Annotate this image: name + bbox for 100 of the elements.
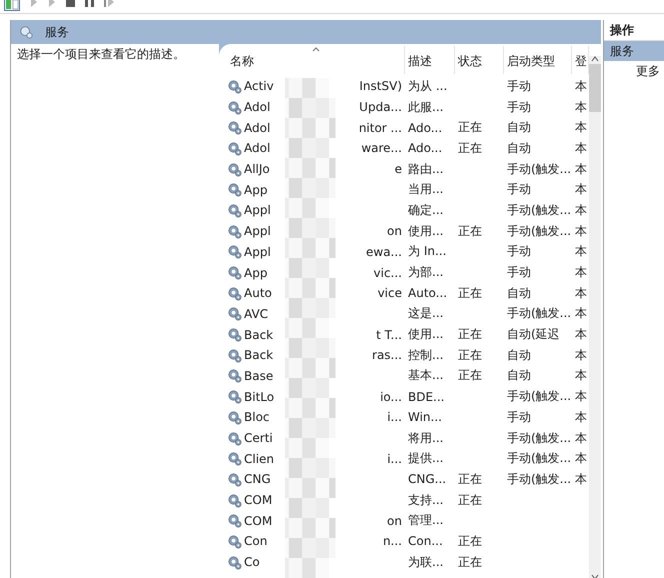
gear-icon [227, 513, 242, 528]
gear-icon [19, 25, 33, 39]
service-name: Back [244, 348, 274, 362]
description-cell-text: 使用... [407, 222, 444, 240]
gear-icon [227, 78, 242, 94]
scrollbar[interactable] [589, 56, 601, 578]
description-cell-text: 管理... [407, 512, 444, 530]
gear-icon [227, 348, 242, 363]
play-icon[interactable] [48, 0, 56, 7]
service-name: Appl [244, 224, 271, 238]
service-row[interactable]: Adol ware... Ado... 正在 自动 本 [227, 138, 589, 159]
service-row[interactable]: Certi 将用... 手动(触发... 本 [227, 428, 589, 448]
column-header[interactable]: 状态 [455, 46, 504, 74]
description-cell-text: 确定... [407, 202, 444, 219]
logon-cell-text: 本 [574, 222, 588, 240]
service-row[interactable]: Back ras... 控制... 正在 自动 本 [227, 344, 589, 366]
service-name-fragment: ewa... [366, 244, 402, 259]
pause-icon[interactable] [85, 0, 94, 7]
description-cell-text: CNG... [407, 472, 448, 486]
gear-icon [227, 202, 242, 218]
description-cell-text: 为 In... [407, 243, 448, 260]
service-name: CNG [244, 472, 271, 486]
service-row[interactable]: Auto vice Auto... 正在 自动 本 [227, 282, 589, 304]
gear-icon [227, 224, 242, 239]
service-name-fragment: io... [380, 390, 402, 404]
service-row[interactable]: Bloc i... Win... 手动 本 [227, 407, 589, 428]
service-name: Appl [244, 244, 271, 259]
gear-icon [227, 244, 242, 260]
service-row[interactable]: COM on 管理... [227, 510, 589, 532]
service-name-fragment: vic... [374, 266, 402, 280]
description-cell-text: 为部... [407, 264, 444, 282]
service-row[interactable]: Back t T... 使用... 正在 自动(延迟 本 [227, 324, 589, 345]
logon-cell-text: 本 [574, 305, 588, 322]
service-name-fragment: nitor ... [358, 120, 402, 135]
service-name-fragment: e [394, 162, 402, 176]
column-header[interactable]: 描述 [405, 46, 455, 74]
service-row[interactable]: Adol Upda... 此服... 手动 本 [227, 96, 589, 118]
service-row[interactable]: App 当用... 手动 本 [227, 179, 589, 200]
scroll-thumb[interactable] [589, 64, 601, 112]
service-row[interactable]: CNG CNG... 正在 手动(触发... 本 [227, 469, 589, 490]
startup-type-cell-text: 手动(触发... [506, 160, 572, 178]
column-header[interactable]: 名称 [227, 46, 405, 74]
startup-type-cell-text: 手动(触发... [506, 305, 572, 322]
service-name-fragment: Upda... [359, 100, 402, 114]
service-name: Back [244, 328, 274, 342]
service-row[interactable]: Activ InstSV) 为从 ... 手动 本 [227, 76, 589, 97]
scroll-up-icon[interactable] [591, 56, 599, 62]
service-row[interactable]: Appl 确定... 手动(触发... 本 [227, 200, 589, 221]
service-row[interactable]: BitLo io... BDE... 手动(触发... 本 [227, 386, 589, 407]
service-row[interactable]: AllJo e 路由... 手动(触发... 本 [227, 158, 589, 180]
service-row[interactable]: Clien i... 提供... 手动(触发... 本 [227, 448, 589, 470]
startup-type-cell-text: 手动 [506, 181, 532, 198]
service-name: Adol [244, 141, 270, 156]
startup-type-cell-text: 手动 [506, 243, 532, 260]
column-header[interactable]: 启动类型 [504, 46, 572, 74]
gear-icon [227, 389, 242, 404]
logon-cell-text: 本 [574, 346, 588, 364]
service-row[interactable]: Con n... Con... 正在 [227, 531, 589, 552]
status-cell-text: 正在 [457, 367, 483, 384]
service-row[interactable]: Co 为联... 正在 [227, 552, 589, 572]
logon-cell-text: 本 [574, 470, 588, 488]
gear-icon [227, 451, 242, 466]
service-row[interactable]: AVC 这是... 手动(触发... 本 [227, 304, 589, 324]
console-tree-icon[interactable] [4, 0, 20, 11]
service-name: Base [244, 368, 274, 383]
service-row[interactable]: Appl ewa... 为 In... 手动 本 [227, 242, 589, 262]
startup-type-cell-text: 手动 [506, 264, 532, 282]
service-row[interactable]: App vic... 为部... 手动 本 [227, 262, 589, 283]
service-name: Co [244, 555, 260, 570]
description-cell-text: 为联... [407, 554, 444, 571]
gear-icon [227, 182, 242, 198]
gear-icon [227, 430, 242, 446]
action-item[interactable]: 更多 [604, 61, 664, 81]
startup-type-cell-text: 手动(触发... [506, 450, 572, 468]
service-name: Adol [244, 120, 270, 135]
gear-icon [227, 100, 242, 115]
startup-type-cell-text: 自动 [506, 346, 532, 364]
description-cell-text: 当用... [407, 181, 444, 198]
service-name: Clien [244, 452, 274, 466]
gear-icon [227, 162, 242, 177]
service-name: Activ [244, 79, 274, 94]
gear-icon [227, 140, 242, 156]
service-row[interactable]: Appl on 使用... 正在 手动(触发... 本 [227, 220, 589, 242]
pane-title: 服务 [45, 24, 69, 40]
logon-cell-text: 本 [574, 408, 588, 426]
gear-icon [227, 492, 242, 508]
service-row[interactable]: Base 基本... 正在 自动 本 [227, 366, 589, 386]
description-cell-text: 为从 ... [407, 78, 448, 95]
resume-icon[interactable] [104, 0, 114, 7]
action-item[interactable]: 服务 [604, 41, 664, 61]
service-name: Certi [244, 431, 273, 446]
startup-type-cell-text: 自动 [506, 119, 532, 136]
service-row[interactable]: COM 支持... 正在 [227, 490, 589, 510]
description-cell-text: Win... [407, 410, 443, 424]
status-cell-text: 正在 [457, 470, 483, 488]
description-cell-text: 使用... [407, 326, 444, 344]
description-cell-text: Ado... [407, 141, 444, 156]
service-row[interactable]: Adol nitor ... Ado... 正在 自动 本 [227, 117, 589, 138]
description-text: 选择一个项目来查看它的描述。 [17, 47, 185, 61]
play-icon[interactable] [30, 0, 38, 7]
